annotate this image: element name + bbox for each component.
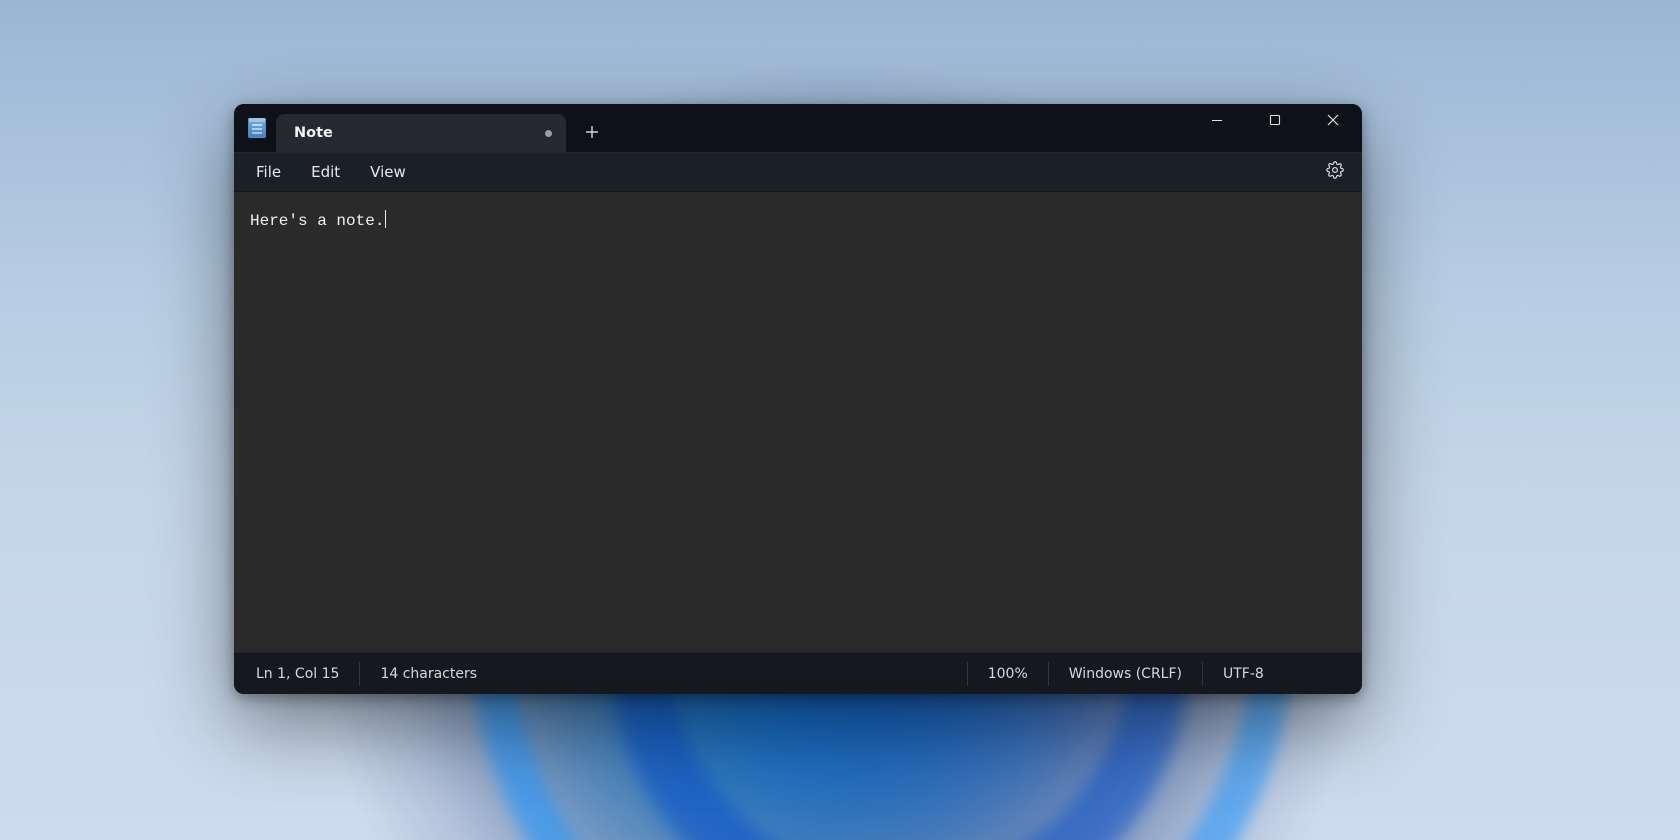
notepad-window: Note — [234, 104, 1362, 694]
status-encoding[interactable]: UTF-8 — [1202, 662, 1362, 686]
new-tab-button[interactable] — [572, 114, 612, 152]
text-cursor — [385, 210, 386, 228]
status-zoom[interactable]: 100% — [967, 662, 1048, 686]
minimize-button[interactable] — [1188, 104, 1246, 136]
statusbar: Ln 1, Col 15 14 characters 100% Windows … — [234, 652, 1362, 694]
settings-button[interactable] — [1318, 155, 1352, 189]
close-icon — [1327, 114, 1339, 126]
gear-icon — [1326, 161, 1344, 183]
menu-view[interactable]: View — [358, 157, 418, 187]
maximize-icon — [1269, 114, 1281, 126]
close-button[interactable] — [1304, 104, 1362, 136]
menu-edit[interactable]: Edit — [299, 157, 352, 187]
plus-icon — [585, 124, 599, 143]
tab-title: Note — [294, 125, 333, 141]
status-cursor-position: Ln 1, Col 15 — [234, 662, 359, 686]
status-line-ending[interactable]: Windows (CRLF) — [1048, 662, 1202, 686]
tab-note[interactable]: Note — [276, 114, 566, 152]
notepad-icon — [248, 118, 266, 138]
menu-file[interactable]: File — [244, 157, 293, 187]
minimize-icon — [1211, 114, 1223, 126]
modified-indicator-icon — [545, 130, 552, 137]
window-controls — [1188, 104, 1362, 152]
titlebar[interactable]: Note — [234, 104, 1362, 152]
menubar: File Edit View — [234, 152, 1362, 192]
editor-content: Here's a note. — [250, 212, 384, 230]
status-char-count: 14 characters — [359, 662, 497, 686]
editor-area[interactable]: Here's a note. — [234, 192, 1362, 652]
tab-strip: Note — [276, 104, 612, 152]
desktop-background: Note — [0, 0, 1680, 840]
maximize-button[interactable] — [1246, 104, 1304, 136]
